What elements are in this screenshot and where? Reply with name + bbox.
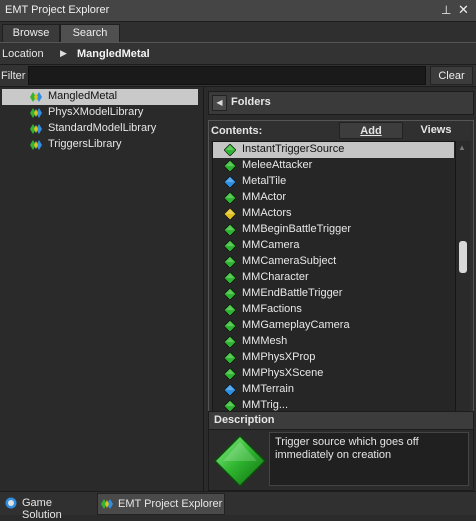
list-item[interactable]: MMPhysXScene: [213, 366, 454, 382]
library-icon: [30, 124, 42, 134]
green-diamond-icon: [224, 256, 236, 268]
location-bar: Location ▶ MangledMetal: [0, 42, 476, 65]
location-label: Location: [2, 48, 44, 60]
folders-header: ◀ Folders: [208, 91, 474, 115]
tree-item-triggerslibrary[interactable]: TriggersLibrary: [2, 137, 198, 153]
green-diamond-icon: [224, 160, 236, 172]
title-bar: EMT Project Explorer ⊥ ✕: [0, 0, 476, 22]
list-item-label: MMMesh: [242, 335, 288, 347]
list-item[interactable]: MMBeginBattleTrigger: [213, 222, 454, 238]
tree-item-label: MangledMetal: [48, 90, 118, 102]
solution-icon: [5, 497, 17, 509]
list-item[interactable]: MetalTile: [213, 174, 454, 190]
list-item[interactable]: MMActor: [213, 190, 454, 206]
description-text: Trigger source which goes off immediatel…: [269, 432, 469, 486]
list-item[interactable]: MMGameplayCamera: [213, 318, 454, 334]
list-item-label: MMTerrain: [242, 383, 294, 395]
tree-item-physxmodellibrary[interactable]: PhysXModelLibrary: [2, 105, 198, 121]
folders-label: Folders: [231, 96, 271, 108]
blue-diamond-icon: [224, 176, 236, 188]
location-path[interactable]: MangledMetal: [77, 48, 150, 60]
library-icon: [30, 108, 42, 118]
scroll-up-icon[interactable]: ▲: [458, 143, 466, 152]
filter-input[interactable]: [28, 66, 426, 85]
list-item-label: MMBeginBattleTrigger: [242, 223, 352, 235]
location-arrow-icon[interactable]: ▶: [60, 48, 67, 59]
filter-bar: Filter Clear: [0, 65, 476, 87]
list-item-label: MMEndBattleTrigger: [242, 287, 343, 299]
tree-item-label: StandardModelLibrary: [48, 122, 157, 134]
list-item-label: MMCamera: [242, 239, 300, 251]
green-diamond-icon: [224, 320, 236, 332]
list-item-label: MMCharacter: [242, 271, 309, 283]
green-diamond-icon: [224, 304, 236, 316]
tree-item-standardmodellibrary[interactable]: StandardModelLibrary: [2, 121, 198, 137]
list-item-label: MMFactions: [242, 303, 302, 315]
description-label: Description: [214, 414, 275, 426]
green-diamond-icon: [213, 434, 267, 488]
green-diamond-icon: [224, 288, 236, 300]
description-panel: Trigger source which goes off immediatel…: [208, 429, 474, 491]
green-diamond-icon: [224, 240, 236, 252]
list-item[interactable]: MMCamera: [213, 238, 454, 254]
pin-icon[interactable]: ⊥: [441, 3, 451, 17]
add-button[interactable]: Add: [339, 122, 403, 139]
list-item[interactable]: MeleeAttacker: [213, 158, 454, 174]
green-diamond-icon: [224, 224, 236, 236]
list-item[interactable]: MMCharacter: [213, 270, 454, 286]
list-item-label: MMPhysXScene: [242, 367, 324, 379]
list-item-label: MMGameplayCamera: [242, 319, 350, 331]
description-header: Description: [208, 411, 474, 431]
list-item-label: MMActors: [242, 207, 292, 219]
contents-label: Contents:: [211, 125, 263, 137]
tab-emt-project-explorer[interactable]: EMT Project Explorer: [97, 493, 225, 515]
list-item-label: InstantTriggerSource: [242, 143, 345, 155]
list-item-label: MMTrig...: [242, 399, 289, 411]
list-item-label: MetalTile: [242, 175, 287, 187]
green-diamond-icon: [224, 368, 236, 380]
clear-button[interactable]: Clear: [430, 66, 473, 85]
tree-item-label: PhysXModelLibrary: [48, 106, 144, 118]
list-item[interactable]: MMEndBattleTrigger: [213, 286, 454, 302]
green-diamond-icon: [224, 352, 236, 364]
list-item-label: MMCameraSubject: [242, 255, 337, 267]
green-diamond-icon: [224, 272, 236, 284]
tree-item-label: TriggersLibrary: [48, 138, 122, 150]
tab-game-solution[interactable]: Game Solution: [2, 493, 94, 521]
green-diamond-icon: [224, 144, 236, 156]
scroll-thumb[interactable]: [459, 241, 467, 273]
list-item-label: MeleeAttacker: [242, 159, 313, 171]
filter-label: Filter: [1, 70, 26, 82]
views-button[interactable]: Views: [405, 122, 467, 139]
close-icon[interactable]: ✕: [458, 2, 469, 18]
tab-strip: Browse Search: [0, 22, 476, 45]
project-icon: [30, 92, 42, 102]
list-item[interactable]: MMCameraSubject: [213, 254, 454, 270]
tab-label: EMT Project Explorer: [118, 498, 223, 510]
yellow-diamond-icon: [224, 208, 236, 220]
green-diamond-icon: [224, 336, 236, 348]
collapse-left-icon[interactable]: ◀: [212, 95, 227, 111]
explorer-icon: [101, 499, 113, 509]
tree-item-mangledmetal[interactable]: MangledMetal: [2, 89, 198, 105]
list-item[interactable]: MMMesh: [213, 334, 454, 350]
green-diamond-icon: [224, 192, 236, 204]
list-item-label: MMPhysXProp: [242, 351, 316, 363]
library-icon: [30, 140, 42, 150]
list-item[interactable]: MMTerrain: [213, 382, 454, 398]
list-item[interactable]: MMFactions: [213, 302, 454, 318]
list-item[interactable]: InstantTriggerSource: [213, 142, 454, 158]
blue-diamond-icon: [224, 384, 236, 396]
window-title: EMT Project Explorer: [5, 4, 110, 16]
tab-label: Game Solution: [22, 497, 62, 521]
project-tree: MangledMetal PhysXModelLibrary StandardM…: [0, 87, 204, 491]
bottom-tab-strip: Game Solution EMT Project Explorer: [0, 491, 476, 521]
list-item-label: MMActor: [242, 191, 286, 203]
contents-header: Contents: Add Views: [209, 121, 471, 140]
list-item[interactable]: MMPhysXProp: [213, 350, 454, 366]
list-item[interactable]: MMActors: [213, 206, 454, 222]
content-pane: ◀ Folders Contents: Add Views InstantTri…: [206, 87, 476, 492]
